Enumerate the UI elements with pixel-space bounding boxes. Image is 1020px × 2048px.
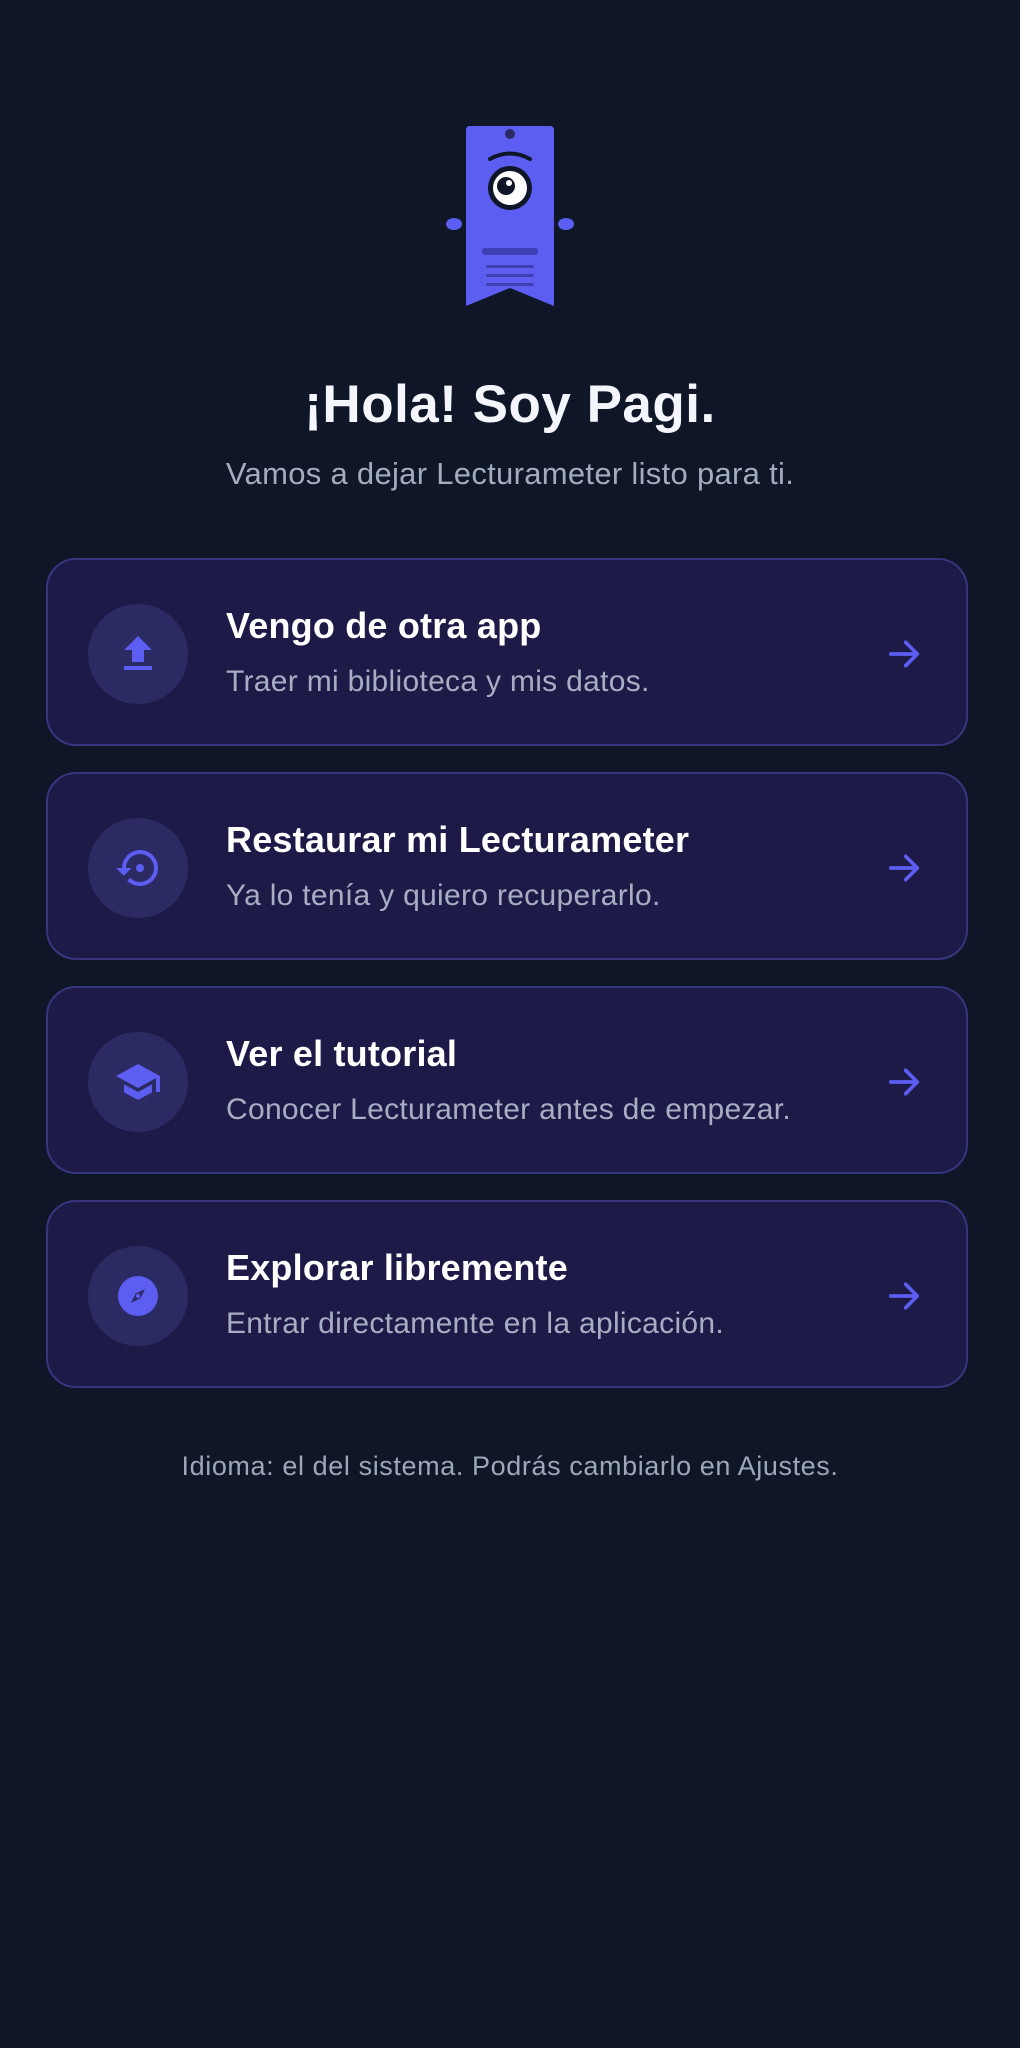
option-restore[interactable]: Restaurar mi Lecturameter Ya lo tenía y …: [46, 772, 968, 960]
upload-icon: [88, 604, 188, 704]
onboarding-options: Vengo de otra app Traer mi biblioteca y …: [46, 558, 968, 1414]
page-title: ¡Hola! Soy Pagi.: [304, 375, 716, 434]
option-title: Ver el tutorial: [226, 1033, 458, 1074]
language-note: Idioma: el del sistema. Podrás cambiarlo…: [181, 1451, 839, 1481]
restore-icon: [88, 818, 188, 918]
compass-icon: [88, 1246, 188, 1346]
option-import-from-other-app[interactable]: Vengo de otra app Traer mi biblioteca y …: [46, 558, 968, 746]
option-description: Entrar directamente en la aplicación.: [226, 1307, 725, 1340]
option-explore[interactable]: Explorar libremente Entrar directamente …: [46, 1200, 968, 1388]
option-tutorial[interactable]: Ver el tutorial Conocer Lecturameter ant…: [46, 986, 968, 1174]
graduation-cap-icon: [88, 1032, 188, 1132]
onboarding-screen: ¡Hola! Soy Pagi. Vamos a dejar Lecturame…: [0, 0, 1020, 2048]
option-description: Traer mi biblioteca y mis datos.: [226, 665, 650, 698]
arrow-right-icon: [888, 854, 920, 882]
option-description: Conocer Lecturameter antes de empezar.: [226, 1093, 792, 1126]
option-title: Explorar libremente: [226, 1247, 568, 1288]
pagi-mascot-icon: [446, 126, 574, 306]
option-description: Ya lo tenía y quiero recuperarlo.: [226, 879, 661, 912]
option-title: Restaurar mi Lecturameter: [226, 819, 690, 860]
option-title: Vengo de otra app: [226, 605, 542, 646]
page-subtitle: Vamos a dejar Lecturameter listo para ti…: [225, 456, 795, 491]
arrow-right-icon: [888, 640, 920, 668]
arrow-right-icon: [888, 1282, 920, 1310]
arrow-right-icon: [888, 1068, 920, 1096]
